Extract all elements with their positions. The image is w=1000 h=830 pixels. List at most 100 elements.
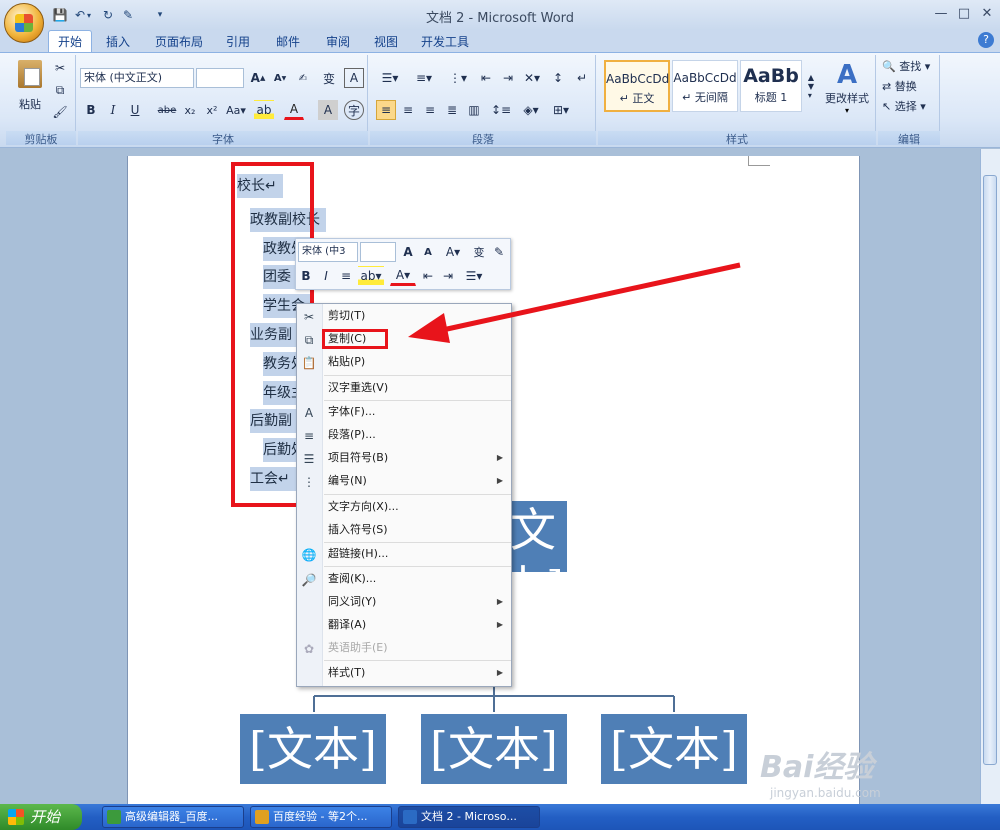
watermark-url: jingyan.baidu.com	[770, 786, 881, 800]
style-heading-1[interactable]: AaBb 标题 1	[740, 60, 802, 112]
change-styles-button[interactable]: A 更改样式 ▾	[822, 60, 872, 120]
cut-icon[interactable]: ✂	[50, 58, 70, 78]
align-left-icon[interactable]: ≡	[376, 100, 396, 120]
tab-mailings[interactable]: 邮件	[270, 33, 306, 52]
mini-italic-icon[interactable]: I	[318, 266, 334, 286]
maximize-button[interactable]: □	[955, 6, 973, 22]
enclose-char-icon[interactable]: 字	[344, 100, 364, 120]
word-icon	[403, 810, 417, 824]
char-border-icon[interactable]: A	[344, 68, 364, 88]
format-painter-icon[interactable]: 🖌	[50, 102, 70, 122]
taskbar-item[interactable]: 百度经验 - 等2个...	[250, 806, 392, 828]
smartart-box-middle[interactable]: [文本]	[421, 714, 567, 784]
char-shading-icon[interactable]: A	[318, 100, 338, 120]
taskbar-item[interactable]: 高级编辑器_百度...	[102, 806, 244, 828]
menu-item-translate[interactable]: 翻译(A) ▶	[324, 614, 511, 636]
paste-icon	[18, 60, 42, 88]
tab-developer[interactable]: 开发工具	[416, 33, 474, 52]
tab-review[interactable]: 审阅	[320, 33, 356, 52]
menu-item-styles[interactable]: 样式(T) ▶	[324, 662, 511, 684]
superscript-icon[interactable]: x²	[202, 100, 222, 120]
office-logo-icon	[15, 14, 33, 32]
style-normal[interactable]: AaBbCcDd ↵ 正文	[604, 60, 670, 112]
start-button[interactable]: 开始	[0, 804, 82, 830]
menu-item-research[interactable]: 查阅(K)...	[324, 568, 511, 590]
tab-view[interactable]: 视图	[368, 33, 404, 52]
show-marks-icon[interactable]: ↵	[572, 68, 592, 88]
select-button[interactable]: ↖ 选择 ▾	[882, 98, 938, 116]
mini-size-combo[interactable]	[360, 242, 396, 262]
highlight-icon[interactable]: ab	[254, 100, 274, 120]
pointer-icon: ↖	[882, 100, 892, 113]
mini-font-combo[interactable]: 宋体 (中3	[298, 242, 358, 262]
taskbar-item-active[interactable]: 文档 2 - Microso...	[398, 806, 540, 828]
line-spacing-icon[interactable]: ↕≡	[488, 100, 514, 120]
tab-home[interactable]: 开始	[48, 30, 92, 52]
assistant-icon: ✿	[303, 642, 315, 656]
paragraph-icon: ≡	[303, 429, 315, 443]
phonetic-guide-icon[interactable]: 变	[318, 68, 340, 88]
menu-item-numbering[interactable]: 编号(N) ▶	[324, 470, 511, 492]
justify-icon[interactable]: ≣	[442, 100, 462, 120]
tab-page-layout[interactable]: 页面布局	[150, 33, 208, 52]
italic-icon[interactable]: I	[104, 100, 122, 120]
margin-marker	[748, 156, 770, 166]
bullets-icon[interactable]: ☰▾	[374, 68, 406, 88]
shrink-font-icon[interactable]: A ▼	[270, 68, 290, 88]
find-button[interactable]: 🔍 查找 ▾	[882, 58, 938, 76]
decrease-indent-icon[interactable]: ⇤	[476, 68, 496, 88]
numbering-icon[interactable]: ≡▾	[408, 68, 440, 88]
change-case-icon[interactable]: Aa▾	[224, 100, 248, 120]
menu-item-bullets[interactable]: 项目符号(B) ▶	[324, 447, 511, 469]
paste-button[interactable]: 粘贴	[14, 60, 46, 120]
hyperlink-icon: 🌐	[301, 548, 317, 562]
menu-item-reconvert[interactable]: 汉字重选(V)	[324, 377, 511, 399]
menu-item-paragraph[interactable]: 段落(P)...	[324, 424, 511, 446]
align-center-icon[interactable]: ≡	[398, 100, 418, 120]
smartart-box-right[interactable]: [文本]	[601, 714, 747, 784]
borders-icon[interactable]: ⊞▾	[548, 100, 574, 120]
font-name-combo[interactable]: 宋体 (中文正文)	[80, 68, 194, 88]
menu-item-text-direction[interactable]: 文字方向(X)...	[324, 496, 511, 518]
clear-format-icon[interactable]: ✍	[292, 68, 314, 88]
styles-scroll-icon[interactable]: ▲ ▼ ▾	[804, 60, 818, 112]
windows-logo-icon	[8, 809, 24, 825]
chinese-layout-icon[interactable]: ✕▾	[520, 68, 544, 88]
font-color-icon[interactable]: A	[284, 100, 304, 120]
multilevel-list-icon[interactable]: ⋮▾	[442, 68, 474, 88]
grow-font-icon[interactable]: A ▲	[248, 68, 268, 88]
help-icon[interactable]: ?	[978, 32, 994, 48]
increase-indent-icon[interactable]: ⇥	[498, 68, 518, 88]
scrollbar-thumb[interactable]	[983, 175, 997, 765]
menu-item-synonyms[interactable]: 同义词(Y) ▶	[324, 591, 511, 613]
subscript-icon[interactable]: x₂	[180, 100, 200, 120]
underline-icon[interactable]: U	[126, 100, 144, 120]
menu-item-hyperlink[interactable]: 超链接(H)...	[324, 543, 511, 565]
office-button[interactable]	[4, 3, 44, 43]
menu-item-font[interactable]: 字体(F)...	[324, 401, 511, 423]
style-no-spacing[interactable]: AaBbCcDd ↵ 无间隔	[672, 60, 738, 112]
copy-icon[interactable]: ⧉	[50, 80, 70, 100]
font-size-combo[interactable]	[196, 68, 244, 88]
replace-button[interactable]: ⇄ 替换	[882, 78, 938, 96]
annotation-arrow	[408, 262, 741, 343]
strikethrough-icon[interactable]: abe	[156, 100, 178, 120]
tab-insert[interactable]: 插入	[100, 33, 136, 52]
shading-icon[interactable]: ◈▾	[518, 100, 544, 120]
minimize-button[interactable]: —	[932, 6, 950, 22]
mini-center-icon[interactable]: ≡	[338, 266, 354, 286]
menu-item-paste[interactable]: 粘贴(P)	[324, 351, 511, 373]
sort-icon[interactable]: ↕	[548, 68, 568, 88]
smartart-box-left[interactable]: [文本]	[240, 714, 386, 784]
distributed-icon[interactable]: ▥	[464, 100, 484, 120]
mini-highlight-icon[interactable]: ab▾	[358, 266, 384, 286]
mini-bold-icon[interactable]: B	[298, 266, 314, 286]
styles-group-label: 样式	[598, 131, 876, 146]
tab-references[interactable]: 引用	[220, 33, 256, 52]
menu-item-insert-symbol[interactable]: 插入符号(S)	[324, 519, 511, 541]
bold-icon[interactable]: B	[82, 100, 100, 120]
align-right-icon[interactable]: ≡	[420, 100, 440, 120]
change-styles-icon: A	[836, 60, 858, 90]
close-button[interactable]: ✕	[978, 6, 996, 22]
copy-icon: ⧉	[304, 333, 314, 347]
